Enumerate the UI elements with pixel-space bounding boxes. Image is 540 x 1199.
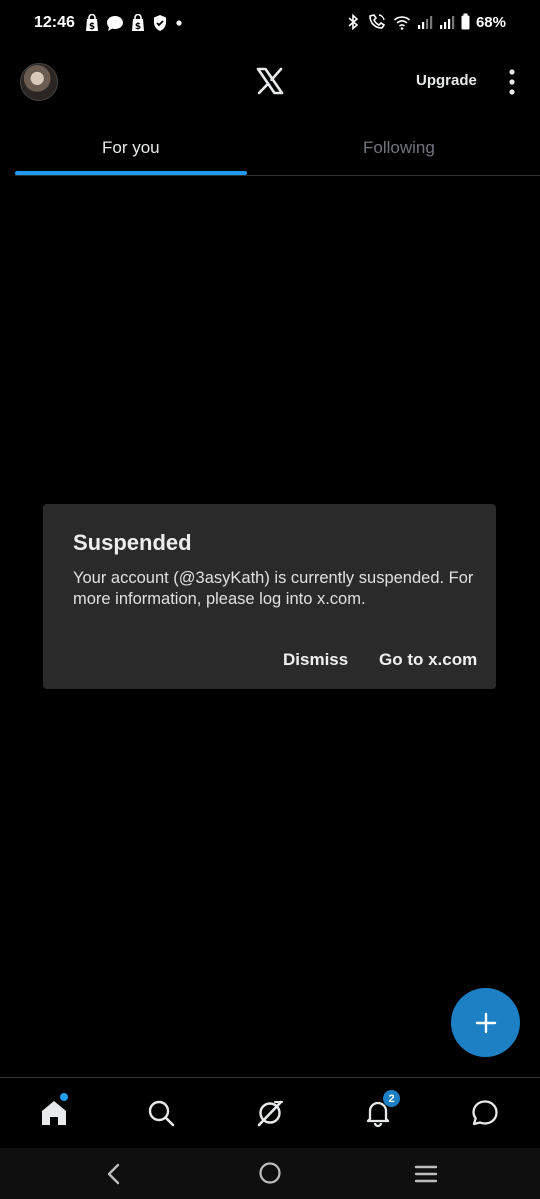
shield-icon bbox=[154, 15, 166, 31]
dialog-message: Your account (@3asyKath) is currently su… bbox=[73, 569, 474, 608]
dismiss-button[interactable]: Dismiss bbox=[283, 650, 348, 670]
back-icon[interactable] bbox=[104, 1162, 124, 1186]
tab-following[interactable]: Following bbox=[363, 138, 435, 158]
nav-notifications[interactable]: 2 bbox=[363, 1090, 400, 1128]
bluetooth-icon bbox=[348, 13, 359, 31]
nav-search[interactable] bbox=[146, 1098, 176, 1128]
suspended-dialog: Suspended Your account (@3asyKath) is cu… bbox=[43, 504, 496, 689]
battery-icon bbox=[461, 13, 470, 30]
battery-percent: 68% bbox=[475, 13, 506, 31]
nav-grok[interactable] bbox=[255, 1098, 285, 1128]
home-circle-icon[interactable] bbox=[258, 1161, 282, 1185]
compose-post-button[interactable] bbox=[451, 988, 520, 1057]
wifi-calling-icon bbox=[369, 14, 386, 29]
system-navigation-bar bbox=[0, 1148, 540, 1199]
active-tab-indicator bbox=[15, 171, 247, 175]
nav-messages[interactable] bbox=[470, 1098, 500, 1128]
x-logo-icon bbox=[256, 67, 284, 95]
dialog-title: Suspended bbox=[73, 530, 192, 555]
bottom-navigation: 2 bbox=[0, 1077, 540, 1148]
signal-icon bbox=[417, 16, 433, 29]
shopping-bag-icon: $ bbox=[132, 14, 144, 32]
messages-icon bbox=[472, 1100, 498, 1126]
go-to-x-button[interactable]: Go to x.com bbox=[379, 650, 477, 670]
search-icon bbox=[148, 1100, 175, 1127]
upgrade-button[interactable]: Upgrade bbox=[416, 72, 477, 89]
avatar[interactable] bbox=[20, 63, 58, 101]
shopping-bag-icon: $ bbox=[86, 14, 98, 32]
status-time: 12:46 bbox=[34, 14, 75, 31]
notification-badge: 2 bbox=[383, 1090, 400, 1107]
dot-icon bbox=[176, 20, 182, 26]
grok-icon bbox=[257, 1100, 283, 1127]
top-app-bar: Upgrade bbox=[0, 48, 540, 118]
timeline-tabs: For you Following bbox=[15, 118, 540, 176]
status-bar: 12:46 $ $ 68% bbox=[0, 0, 540, 48]
home-unread-dot bbox=[60, 1093, 68, 1101]
signal-icon bbox=[439, 16, 455, 29]
tab-for-you[interactable]: For you bbox=[102, 138, 160, 158]
home-icon bbox=[42, 1101, 66, 1125]
chat-bubble-icon bbox=[107, 15, 123, 31]
plus-icon bbox=[475, 1012, 496, 1033]
recents-icon[interactable] bbox=[414, 1164, 438, 1184]
svg-text:$: $ bbox=[89, 22, 95, 32]
nav-home[interactable] bbox=[39, 1093, 69, 1128]
svg-text:$: $ bbox=[135, 22, 141, 32]
wifi-icon bbox=[393, 16, 411, 30]
more-vertical-icon[interactable] bbox=[507, 68, 517, 96]
